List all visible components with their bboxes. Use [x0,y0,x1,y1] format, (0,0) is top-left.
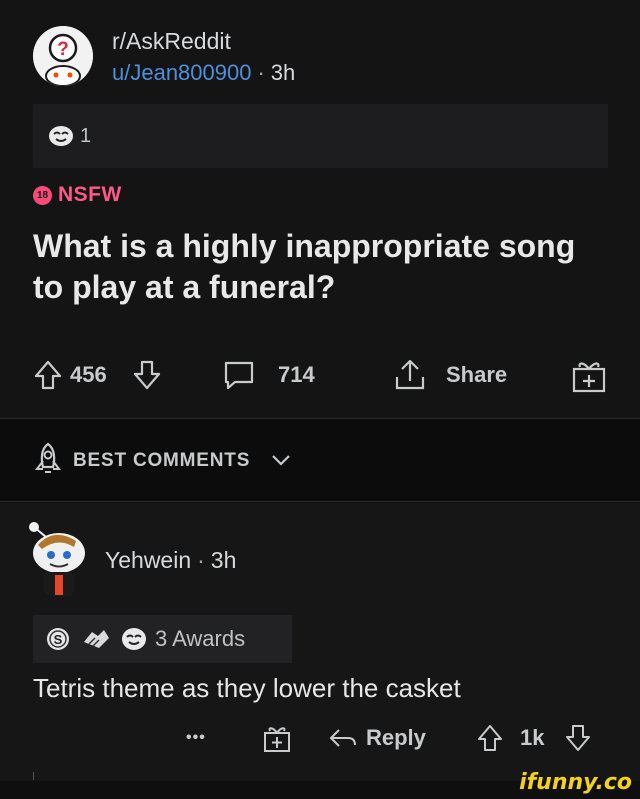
comment-upvote-button[interactable] [476,715,504,761]
meta-separator: · [257,60,265,85]
comment-award-button[interactable] [262,715,292,761]
divider [33,772,34,780]
comment-awards[interactable]: S 3 Awards [33,615,292,663]
subreddit-name[interactable]: r/AskReddit [112,28,231,55]
comment-time: 3h [210,547,237,573]
wholesome-award-icon [121,627,147,651]
comments-button[interactable]: 714 [222,350,315,400]
reply-button[interactable]: Reply [328,715,426,761]
comment-body: Tetris theme as they lower the casket [33,673,461,703]
post-actions: 456 714 Share [0,350,640,400]
comment-actions: ••• Reply 1k [0,715,640,761]
more-options-button[interactable]: ••• [186,715,206,761]
sort-label: BEST COMMENTS [73,450,251,471]
arrow-up-icon [33,359,63,391]
give-award-button[interactable] [570,350,608,400]
post-time: 3h [270,60,296,85]
share-button[interactable]: Share [392,350,507,400]
comment-card: Yehwein · 3h S 3 Awards Tetris theme as th… [0,503,640,781]
rocket-icon [33,441,63,477]
nsfw-tag: 18 NSFW [33,183,122,207]
arrow-down-icon [564,723,592,753]
nsfw-badge: 18 [33,185,52,205]
post-meta: u/Jean800900 · 3h [112,60,295,86]
sort-bar[interactable]: BEST COMMENTS [0,418,640,502]
post-card: ? r/AskReddit u/Jean800900 · 3h 1 18 NSFW … [0,0,640,420]
comment-author[interactable]: Yehwein [105,547,191,573]
silver-award-icon: S [45,626,71,652]
svg-text:?: ? [57,39,69,60]
post-title[interactable]: What is a highly inappropriate song to p… [33,226,613,308]
post-score: 456 [70,362,107,387]
share-icon [392,357,428,393]
downvote-button[interactable] [132,350,162,400]
arrow-down-icon [132,359,162,391]
gift-icon [570,356,608,394]
handshake-award-icon [81,626,111,652]
post-author[interactable]: u/Jean800900 [112,60,251,85]
arrow-up-icon [476,723,504,753]
award-icon [48,125,74,147]
comment-bubble-icon [222,358,256,392]
reply-label: Reply [366,725,426,750]
comment-count: 714 [278,362,315,387]
svg-text:S: S [54,632,63,647]
comment-separator: · [197,547,205,573]
post-awards[interactable]: 1 [33,104,608,168]
comment-meta: Yehwein · 3h [105,547,236,574]
ifunny-watermark: ifunny.co [519,770,632,795]
chevron-down-icon [270,452,292,468]
awards-label: 3 Awards [155,626,246,651]
comment-score: 1k [520,725,545,750]
upvote-button[interactable] [33,350,63,400]
award-count: 1 [80,124,92,147]
gift-icon [262,722,292,754]
comment-downvote-button[interactable] [564,715,592,761]
reply-arrow-icon [328,724,358,752]
subreddit-avatar[interactable]: ? [33,26,93,86]
nsfw-label: NSFW [58,183,122,206]
commenter-avatar[interactable] [24,517,90,597]
share-label: Share [446,362,508,387]
